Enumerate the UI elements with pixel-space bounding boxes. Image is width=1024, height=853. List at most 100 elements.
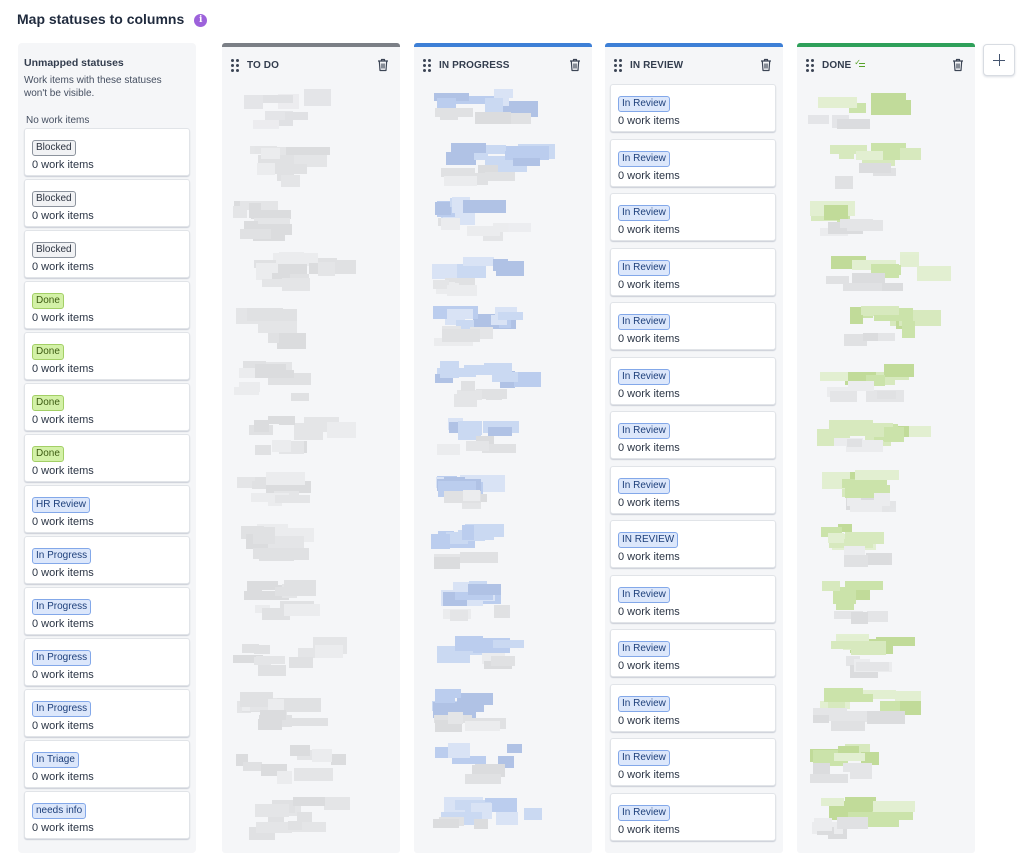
status-card[interactable]: In Review 0 work items bbox=[610, 465, 776, 514]
status-card[interactable]: In Review 0 work items bbox=[610, 411, 776, 459]
redacted-status-card[interactable] bbox=[233, 193, 373, 241]
status-card[interactable]: Blocked 0 work items bbox=[24, 230, 190, 278]
redacted-status-card[interactable] bbox=[808, 357, 948, 405]
trash-icon[interactable] bbox=[569, 58, 581, 72]
redacted-status-card[interactable] bbox=[808, 411, 948, 459]
work-item-count: 0 work items bbox=[32, 822, 94, 834]
column-status-list bbox=[797, 84, 975, 841]
work-item-count: 0 work items bbox=[32, 312, 94, 324]
drag-handle-icon[interactable] bbox=[231, 59, 239, 72]
status-card[interactable]: In Review 0 work items bbox=[610, 84, 776, 132]
column-status-list bbox=[222, 84, 400, 841]
status-card[interactable]: Done 0 work items bbox=[24, 383, 190, 431]
status-card[interactable]: In Progress 0 work items bbox=[24, 638, 190, 686]
redacted-status-card[interactable] bbox=[233, 84, 373, 132]
redacted-status-card[interactable] bbox=[233, 302, 373, 350]
column-name: IN REVIEW bbox=[630, 60, 684, 71]
status-card[interactable]: In Review 0 work items bbox=[610, 302, 776, 350]
status-card[interactable]: IN REVIEW 0 work items bbox=[610, 520, 776, 568]
status-card[interactable]: In Review 0 work items bbox=[610, 356, 776, 405]
redacted-status-card[interactable] bbox=[233, 738, 373, 786]
redacted-status-card[interactable] bbox=[808, 575, 948, 624]
column-header[interactable]: IN REVIEW bbox=[605, 47, 783, 84]
work-item-count: 0 work items bbox=[618, 496, 680, 509]
redacted-status-card[interactable] bbox=[233, 520, 373, 568]
redacted-status-card[interactable] bbox=[233, 411, 373, 459]
status-lozenge: In Review bbox=[618, 259, 670, 276]
redacted-status-card[interactable] bbox=[425, 520, 565, 569]
redacted-status-card[interactable] bbox=[233, 629, 373, 677]
work-item-count: 0 work items bbox=[32, 720, 94, 732]
redacted-status-card[interactable] bbox=[233, 248, 373, 296]
redacted-status-card[interactable] bbox=[808, 139, 948, 189]
status-card[interactable]: Blocked 0 work items bbox=[24, 179, 190, 227]
status-card[interactable]: Done 0 work items bbox=[24, 332, 190, 380]
status-card[interactable]: In Review 0 work items bbox=[610, 792, 776, 841]
status-card[interactable]: In Progress 0 work items bbox=[24, 689, 190, 737]
status-card[interactable]: needs info 0 work items bbox=[24, 791, 190, 839]
redacted-status-card[interactable] bbox=[425, 466, 565, 514]
redacted-status-card[interactable] bbox=[808, 629, 948, 678]
status-card[interactable]: Done 0 work items bbox=[24, 434, 190, 482]
column-name: TO DO bbox=[247, 60, 279, 71]
redacted-status-card[interactable] bbox=[425, 193, 565, 241]
drag-handle-icon[interactable] bbox=[614, 59, 622, 72]
status-card[interactable]: In Progress 0 work items bbox=[24, 536, 190, 584]
redacted-status-card[interactable] bbox=[808, 793, 948, 841]
status-card[interactable]: HR Review 0 work items bbox=[24, 485, 190, 533]
trash-icon[interactable] bbox=[760, 58, 772, 72]
status-card[interactable]: Blocked 0 work items bbox=[24, 128, 190, 176]
status-card[interactable]: In Review 0 work items bbox=[610, 247, 776, 296]
status-card[interactable]: In Review 0 work items bbox=[610, 138, 776, 187]
redacted-status-card[interactable] bbox=[808, 520, 948, 568]
redacted-status-card[interactable] bbox=[808, 193, 948, 241]
redacted-status-card[interactable] bbox=[808, 466, 948, 514]
redacted-status-card[interactable] bbox=[425, 575, 565, 623]
redacted-status-card[interactable] bbox=[808, 248, 951, 296]
status-card[interactable]: In Review 0 work items bbox=[610, 574, 776, 623]
status-card[interactable]: In Review 0 work items bbox=[610, 738, 776, 786]
redacted-status-card[interactable] bbox=[425, 139, 565, 187]
redacted-status-card[interactable] bbox=[425, 684, 565, 732]
redacted-status-card[interactable] bbox=[233, 466, 373, 514]
redacted-status-card[interactable] bbox=[425, 793, 565, 841]
redacted-status-card[interactable] bbox=[425, 248, 565, 296]
work-item-count: 0 work items bbox=[618, 551, 680, 563]
redacted-status-card[interactable] bbox=[425, 302, 565, 350]
column-name: DONE bbox=[822, 60, 852, 71]
drag-handle-icon[interactable] bbox=[423, 59, 431, 72]
redacted-status-card[interactable] bbox=[808, 684, 948, 732]
redacted-status-card[interactable] bbox=[233, 357, 373, 405]
add-column-button[interactable] bbox=[983, 44, 1015, 76]
redacted-status-card[interactable] bbox=[425, 629, 565, 677]
work-item-count: 0 work items bbox=[32, 159, 94, 171]
status-card[interactable]: In Review 0 work items bbox=[610, 193, 776, 241]
redacted-status-card[interactable] bbox=[808, 84, 948, 132]
status-card[interactable]: In Triage 0 work items bbox=[24, 740, 190, 788]
redacted-status-card[interactable] bbox=[425, 84, 565, 132]
redacted-status-card[interactable] bbox=[425, 411, 565, 459]
redacted-status-card[interactable] bbox=[808, 738, 948, 786]
redacted-status-card[interactable] bbox=[233, 575, 373, 623]
info-icon[interactable]: i bbox=[194, 13, 208, 27]
redacted-status-card[interactable] bbox=[233, 684, 373, 732]
trash-icon[interactable] bbox=[952, 58, 964, 72]
status-lozenge: In Triage bbox=[32, 752, 79, 768]
redacted-status-card[interactable] bbox=[233, 139, 373, 187]
status-lozenge: In Review bbox=[618, 477, 670, 494]
redacted-status-card[interactable] bbox=[233, 793, 373, 841]
status-lozenge: IN REVIEW bbox=[618, 532, 679, 548]
work-item-count: 0 work items bbox=[618, 605, 680, 618]
column-header[interactable]: DONE bbox=[797, 47, 975, 84]
column-header[interactable]: IN PROGRESS bbox=[414, 47, 592, 84]
trash-icon[interactable] bbox=[377, 58, 389, 72]
column-header[interactable]: TO DO bbox=[222, 47, 400, 84]
status-card[interactable]: In Review 0 work items bbox=[610, 683, 776, 732]
status-card[interactable]: Done 0 work items bbox=[24, 281, 190, 329]
drag-handle-icon[interactable] bbox=[806, 59, 814, 72]
redacted-status-card[interactable] bbox=[808, 302, 948, 350]
status-card[interactable]: In Progress 0 work items bbox=[24, 587, 190, 635]
redacted-status-card[interactable] bbox=[425, 738, 565, 786]
redacted-status-card[interactable] bbox=[425, 357, 565, 407]
status-card[interactable]: In Review 0 work items bbox=[610, 629, 776, 677]
